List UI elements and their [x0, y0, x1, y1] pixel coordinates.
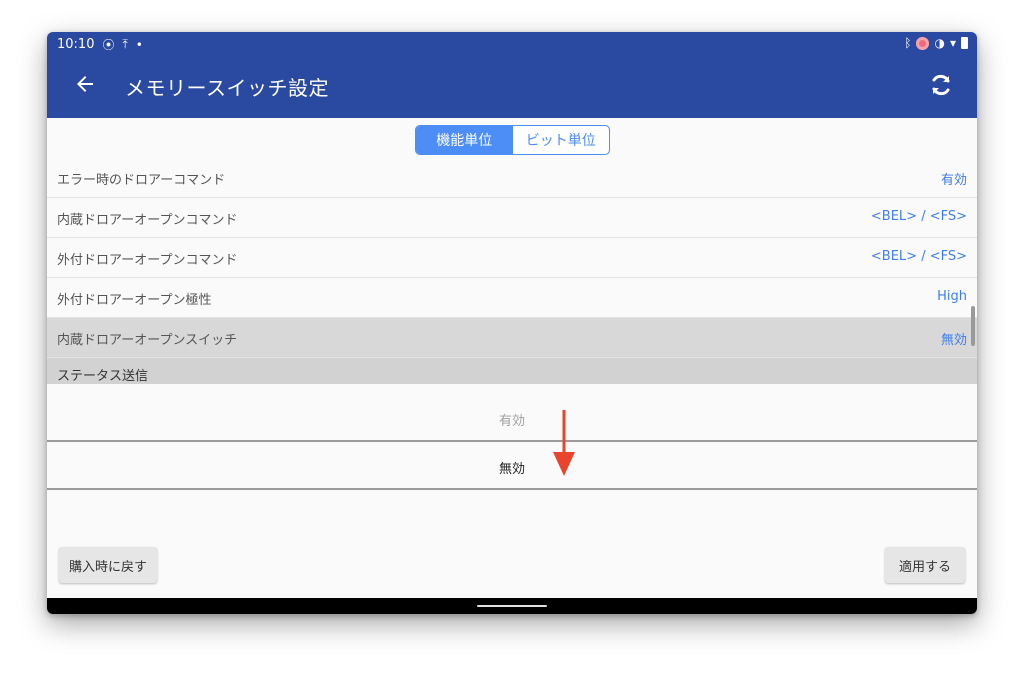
battery-icon — [961, 37, 968, 49]
segment-bit-unit[interactable]: ビット単位 — [513, 126, 610, 154]
settings-list: エラー時のドロアーコマンド 有効 内蔵ドロアーオープンコマンド <BEL> / … — [47, 158, 977, 388]
setting-row[interactable]: 外付ドロアーオープン極性 High — [47, 278, 977, 318]
setting-value: High — [937, 289, 967, 304]
down-arrow-annotation-icon — [553, 410, 575, 476]
app-bar: メモリースイッチ設定 — [47, 56, 977, 118]
status-time: 10:10 — [57, 37, 95, 52]
picker-divider — [47, 488, 977, 490]
bluetooth-icon: ᛒ — [904, 36, 912, 50]
arrow-back-icon[interactable] — [73, 72, 97, 96]
setting-row[interactable]: 外付ドロアーオープンコマンド <BEL> / <FS> — [47, 238, 977, 278]
setting-row[interactable]: エラー時のドロアーコマンド 有効 — [47, 158, 977, 198]
value-picker[interactable]: 有効 無効 — [47, 384, 977, 598]
picker-divider — [47, 440, 977, 442]
location-icon: ⦿ — [102, 38, 115, 52]
status-bar: 10:10 ⦿ ⤒ • ᛒ ◑ ▾ — [47, 32, 977, 56]
picker-option-selected[interactable]: 無効 — [47, 458, 977, 477]
segment-function-unit[interactable]: 機能単位 — [416, 126, 513, 154]
dot-icon: • — [135, 37, 143, 52]
setting-label: 内蔵ドロアーオープンコマンド — [57, 213, 238, 228]
apply-button[interactable]: 適用する — [885, 547, 965, 583]
device-screen: 10:10 ⦿ ⤒ • ᛒ ◑ ▾ メモリースイッチ設定 機能単位 ビット単位 — [47, 32, 977, 614]
upload-icon: ⤒ — [122, 37, 128, 51]
vibrate-icon: ◑ — [934, 36, 945, 50]
record-icon — [916, 36, 930, 50]
setting-label: 外付ドロアーオープンコマンド — [57, 253, 238, 268]
setting-row-selected[interactable]: 内蔵ドロアーオープンスイッチ 無効 — [47, 318, 977, 358]
setting-label: 内蔵ドロアーオープンスイッチ — [57, 333, 238, 348]
reset-to-default-button[interactable]: 購入時に戻す — [59, 547, 157, 583]
setting-label: エラー時のドロアーコマンド — [57, 173, 226, 188]
setting-value: <BEL> / <FS> — [870, 209, 967, 224]
scrollbar[interactable] — [971, 306, 975, 346]
wifi-icon: ▾ — [949, 36, 956, 50]
section-label: ステータス送信 — [57, 369, 149, 384]
home-handle[interactable] — [477, 605, 547, 607]
setting-label: 外付ドロアーオープン極性 — [57, 293, 212, 308]
unit-segmented-control: 機能単位 ビット単位 — [415, 125, 610, 155]
navigation-bar — [47, 598, 977, 614]
setting-value: <BEL> / <FS> — [870, 249, 967, 264]
page-title: メモリースイッチ設定 — [125, 76, 329, 100]
setting-value: 無効 — [940, 333, 967, 348]
picker-option[interactable]: 有効 — [47, 410, 977, 429]
refresh-icon[interactable] — [927, 71, 955, 99]
setting-value: 有効 — [940, 173, 967, 188]
setting-row[interactable]: 内蔵ドロアーオープンコマンド <BEL> / <FS> — [47, 198, 977, 238]
